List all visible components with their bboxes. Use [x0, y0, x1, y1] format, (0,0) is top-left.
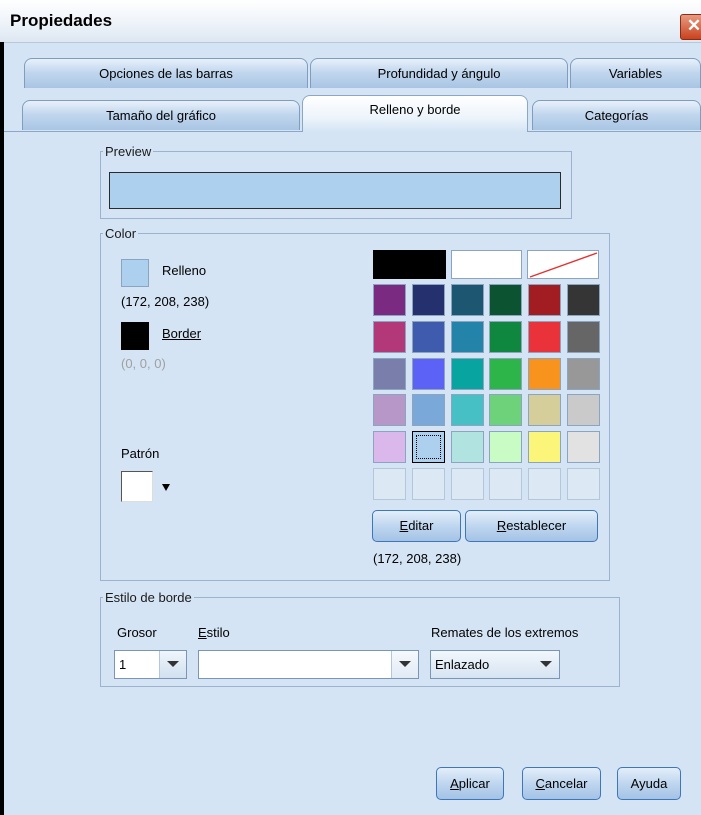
- palette-swatch[interactable]: [489, 394, 523, 427]
- border-rgb-value: (0, 0, 0): [121, 356, 166, 371]
- end-caps-value: Enlazado: [435, 657, 490, 672]
- fill-swatch[interactable]: [121, 259, 149, 287]
- palette-swatch[interactable]: [528, 320, 562, 353]
- palette-swatch[interactable]: [567, 431, 600, 464]
- properties-dialog: Propiedades ✕ Opciones de las barras Pro…: [0, 0, 701, 815]
- chevron-down-icon[interactable]: [533, 651, 559, 678]
- palette-white[interactable]: [451, 250, 522, 279]
- palette-swatch[interactable]: [411, 468, 445, 500]
- thickness-select[interactable]: 1: [114, 650, 187, 679]
- palette-swatch[interactable]: [528, 394, 562, 427]
- end-caps-select[interactable]: Enlazado: [430, 650, 560, 679]
- palette-swatch[interactable]: [489, 431, 523, 464]
- caps-label: Remates de los extremos: [431, 625, 579, 640]
- palette-swatch[interactable]: [373, 357, 406, 390]
- line-style-select[interactable]: [198, 650, 419, 679]
- chevron-down-icon[interactable]: [159, 651, 186, 678]
- tab-opciones-de-las-barras[interactable]: Opciones de las barras: [24, 58, 308, 88]
- cancel-button[interactable]: Cancelar: [522, 767, 601, 800]
- apply-button[interactable]: Aplicar: [436, 767, 504, 800]
- selected-color-value: (172, 208, 238): [373, 551, 462, 566]
- palette-swatch[interactable]: [489, 357, 523, 390]
- preview-swatch: [109, 172, 561, 209]
- title-bar: Propiedades ✕: [0, 0, 701, 43]
- palette-swatch[interactable]: [411, 394, 445, 427]
- border-style-legend: Estilo de borde: [105, 590, 192, 605]
- chevron-down-icon[interactable]: [391, 651, 418, 678]
- close-icon[interactable]: ✕: [680, 14, 701, 40]
- palette-swatch[interactable]: [489, 320, 523, 353]
- palette-swatch[interactable]: [528, 468, 562, 500]
- palette-swatch[interactable]: [373, 320, 406, 353]
- pattern-label: Patrón: [121, 446, 160, 461]
- fill-rgb-value: (172, 208, 238): [121, 294, 210, 309]
- palette-swatch[interactable]: [567, 394, 600, 427]
- edit-button[interactable]: Editar: [372, 510, 461, 542]
- dialog-title: Propiedades: [10, 11, 113, 30]
- palette-swatch[interactable]: [450, 357, 484, 390]
- thickness-label: Grosor: [117, 625, 157, 640]
- palette-swatch[interactable]: [373, 468, 406, 500]
- border-label: Border: [162, 326, 202, 341]
- style-label: Estilo: [198, 625, 230, 640]
- fill-label: Relleno: [162, 263, 207, 278]
- tab-profundidad-y-angulo[interactable]: Profundidad y ángulo: [310, 58, 568, 88]
- palette-swatch[interactable]: [411, 284, 445, 316]
- no-color-icon: [529, 252, 598, 278]
- palette-swatch[interactable]: [411, 431, 445, 464]
- line-style-value: [202, 654, 348, 675]
- tab-categorias[interactable]: Categorías: [532, 100, 701, 130]
- color-legend: Color: [105, 226, 137, 241]
- palette-swatch[interactable]: [528, 284, 562, 316]
- palette-swatch[interactable]: [489, 284, 523, 316]
- palette-swatch[interactable]: [411, 357, 445, 390]
- color-palette: [373, 284, 600, 500]
- palette-swatch[interactable]: [450, 284, 484, 316]
- selected-swatch-outline: [415, 435, 441, 460]
- palette-black[interactable]: [373, 250, 446, 279]
- palette-swatch[interactable]: [450, 320, 484, 353]
- palette-swatch[interactable]: [567, 357, 600, 390]
- palette-swatch[interactable]: [373, 394, 406, 427]
- border-swatch[interactable]: [121, 322, 149, 350]
- palette-swatch[interactable]: [373, 431, 406, 464]
- tab-variables[interactable]: Variables: [570, 58, 701, 88]
- tab-relleno-y-borde[interactable]: Relleno y borde: [302, 95, 528, 132]
- palette-no-color[interactable]: [527, 250, 599, 279]
- reset-button[interactable]: Restablecer: [465, 510, 598, 542]
- palette-swatch[interactable]: [489, 468, 523, 500]
- palette-swatch[interactable]: [450, 431, 484, 464]
- palette-swatch[interactable]: [528, 357, 562, 390]
- palette-swatch[interactable]: [450, 468, 484, 500]
- help-button[interactable]: Ayuda: [617, 767, 681, 800]
- preview-legend: Preview: [105, 144, 152, 159]
- palette-swatch[interactable]: [373, 284, 406, 316]
- palette-swatch[interactable]: [528, 431, 562, 464]
- pattern-swatch[interactable]: [121, 471, 153, 502]
- pattern-dropdown-arrow-icon[interactable]: [162, 484, 170, 491]
- tab-tamano-del-grafico[interactable]: Tamaño del gráfico: [22, 100, 300, 130]
- palette-swatch[interactable]: [567, 320, 600, 353]
- palette-swatch[interactable]: [567, 284, 600, 316]
- thickness-value: 1: [119, 657, 127, 672]
- palette-swatch[interactable]: [567, 468, 600, 500]
- palette-swatch[interactable]: [450, 394, 484, 427]
- palette-swatch[interactable]: [411, 320, 445, 353]
